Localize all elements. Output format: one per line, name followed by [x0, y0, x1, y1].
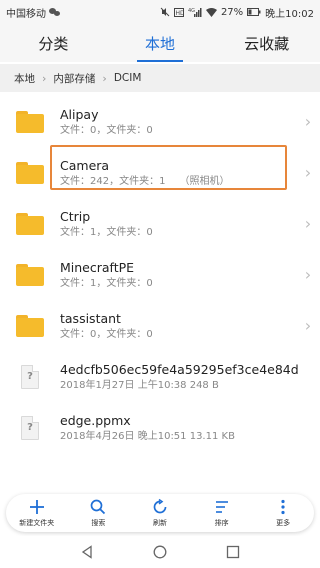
list-item[interactable]: tassistant 文件：0，文件夹：0 ›: [0, 300, 320, 351]
back-triangle-icon[interactable]: [80, 545, 94, 559]
tab-cloud-favorites[interactable]: 云收藏: [213, 24, 320, 62]
breadcrumb: 本地 › 内部存储 › DCIM: [0, 64, 320, 92]
file-text: Camera 文件：242，文件夹：1 （照相机）: [60, 157, 296, 189]
sort-button[interactable]: 排序: [191, 494, 253, 532]
wifi-icon: [205, 7, 217, 17]
more-button[interactable]: 更多: [252, 494, 314, 532]
file-meta-row: 文件：242，文件夹：1 （照相机）: [60, 174, 296, 189]
sort-icon: [215, 501, 228, 513]
list-item[interactable]: ? edge.ppmx 2018年4月26日 晚上10:51 13.11 KB: [0, 402, 320, 453]
chevron-right-icon: ›: [304, 112, 312, 131]
folder-icon-wrap: [0, 110, 60, 133]
search-button[interactable]: 搜索: [68, 494, 130, 532]
refresh-button[interactable]: 刷新: [129, 494, 191, 532]
list-item[interactable]: Alipay 文件：0，文件夹：0 ›: [0, 96, 320, 147]
file-text: Alipay 文件：0，文件夹：0: [60, 106, 296, 138]
file-meta: 文件：1，文件夹：0: [60, 226, 153, 238]
doc-icon-wrap: ?: [0, 364, 60, 389]
folder-icon: [16, 314, 44, 337]
list-item[interactable]: MinecraftPE 文件：1，文件夹：0 ›: [0, 249, 320, 300]
tab-local[interactable]: 本地: [107, 24, 214, 62]
battery-percent: 27%: [220, 6, 244, 18]
wechat-notification-icon: [49, 7, 60, 17]
folder-icon: [16, 161, 44, 184]
more-vertical-icon: [281, 499, 285, 515]
folder-icon: [16, 110, 44, 133]
folder-icon-wrap: [0, 212, 60, 235]
unknown-file-icon: ?: [21, 364, 39, 389]
search-icon: [91, 499, 106, 515]
doc-icon-wrap: ?: [0, 415, 60, 440]
list-item[interactable]: Camera 文件：242，文件夹：1 （照相机） ›: [0, 147, 320, 198]
breadcrumb-separator-icon: ›: [102, 71, 107, 85]
home-circle-icon[interactable]: [153, 545, 167, 559]
svg-text:4G: 4G: [188, 8, 195, 14]
breadcrumb-item-dcim[interactable]: DCIM: [114, 72, 142, 84]
file-meta: 2018年1月27日 上午10:38 248 B: [60, 379, 219, 391]
battery-icon: [247, 8, 261, 16]
list-item[interactable]: ? 4edcfb506ec59fe4a59295ef3ce4e84d 2018年…: [0, 351, 320, 402]
status-bar: 中国移动 HD 4G 27% 晚上10:02: [0, 0, 320, 24]
plus-icon: [29, 500, 44, 514]
file-meta: 文件：242，文件夹：1: [60, 175, 166, 187]
bottom-toolbar: 新建文件夹 搜索 刷新 排序 更多: [6, 494, 314, 532]
hd-icon: HD: [173, 7, 184, 17]
folder-icon: [16, 263, 44, 286]
signal-icon: 4G: [188, 8, 202, 17]
folder-icon-wrap: [0, 161, 60, 184]
more-label: 更多: [276, 519, 291, 527]
file-list: Alipay 文件：0，文件夹：0 › Camera 文件：242，文件夹：1 （…: [0, 96, 320, 453]
file-text: MinecraftPE 文件：1，文件夹：0: [60, 259, 296, 291]
new-folder-button[interactable]: 新建文件夹: [6, 494, 68, 532]
file-text: Ctrip 文件：1，文件夹：0: [60, 208, 296, 240]
file-meta: 2018年4月26日 晚上10:51 13.11 KB: [60, 430, 235, 442]
chevron-right-icon: ›: [304, 265, 312, 284]
status-time: 晚上10:02: [265, 8, 314, 20]
svg-text:HD: HD: [175, 10, 184, 17]
tab-category[interactable]: 分类: [0, 24, 107, 62]
breadcrumb-item-internal-storage[interactable]: 内部存储: [53, 71, 95, 86]
refresh-icon: [153, 498, 167, 514]
navigation-bar: [0, 536, 320, 568]
file-name: MinecraftPE: [60, 259, 135, 275]
status-right: HD 4G 27% 晚上10:02: [160, 5, 314, 20]
folder-icon-wrap: [0, 314, 60, 337]
sort-label: 排序: [214, 519, 229, 527]
list-item[interactable]: Ctrip 文件：1，文件夹：0 ›: [0, 198, 320, 249]
breadcrumb-separator-icon: ›: [42, 71, 47, 85]
new-folder-label: 新建文件夹: [19, 519, 55, 527]
file-text: tassistant 文件：0，文件夹：0: [60, 310, 296, 342]
carrier-label: 中国移动: [6, 8, 46, 20]
file-name: Camera: [60, 157, 110, 173]
file-name: Alipay: [60, 106, 99, 122]
search-label: 搜索: [91, 519, 106, 527]
recents-square-icon[interactable]: [226, 545, 240, 559]
status-left: 中国移动: [6, 5, 60, 20]
chevron-right-icon: ›: [304, 316, 312, 335]
tab-bar: 分类 本地 云收藏: [0, 24, 320, 62]
folder-alias: （照相机）: [179, 175, 230, 187]
refresh-label: 刷新: [152, 519, 167, 527]
file-text: 4edcfb506ec59fe4a59295ef3ce4e84d 2018年1月…: [60, 361, 320, 393]
file-name: Ctrip: [60, 208, 91, 224]
file-meta: 文件：0，文件夹：0: [60, 124, 153, 136]
unknown-file-icon: ?: [21, 415, 39, 440]
folder-icon: [16, 212, 44, 235]
folder-icon-wrap: [0, 263, 60, 286]
file-name: edge.ppmx: [60, 412, 131, 428]
file-meta: 文件：0，文件夹：0: [60, 328, 153, 340]
mute-icon: [160, 7, 170, 17]
file-name: 4edcfb506ec59fe4a59295ef3ce4e84d: [60, 361, 299, 377]
breadcrumb-item-local[interactable]: 本地: [14, 71, 35, 86]
chevron-right-icon: ›: [304, 163, 312, 182]
file-meta: 文件：1，文件夹：0: [60, 277, 153, 289]
file-name: tassistant: [60, 310, 121, 326]
file-text: edge.ppmx 2018年4月26日 晚上10:51 13.11 KB: [60, 412, 320, 444]
chevron-right-icon: ›: [304, 214, 312, 233]
